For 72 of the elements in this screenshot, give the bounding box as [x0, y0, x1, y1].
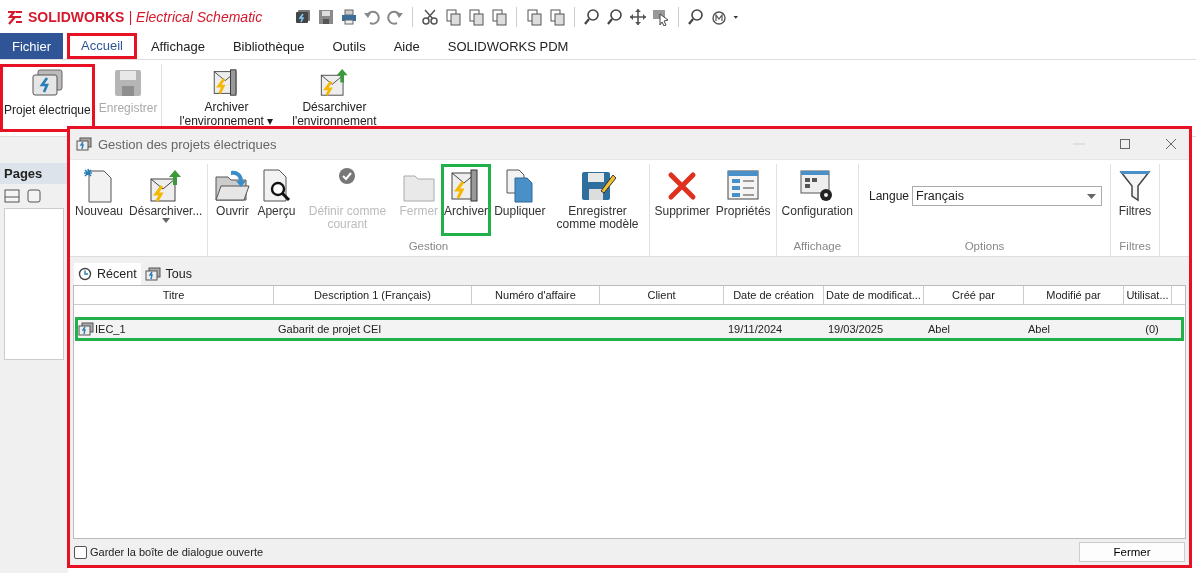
group-label: Filtres	[1118, 240, 1152, 254]
table-cell: (0)	[1145, 323, 1159, 335]
frame-icon[interactable]	[26, 189, 42, 203]
group-label: Options	[963, 240, 1006, 254]
column-header[interactable]: Titre	[74, 286, 274, 304]
close-icon[interactable]	[1165, 138, 1177, 150]
column-header[interactable]: Client	[600, 286, 724, 304]
column-header[interactable]: Créé par	[924, 286, 1024, 304]
pages-header: Pages	[0, 163, 68, 184]
project-icon	[144, 267, 161, 281]
caret-icon	[1087, 193, 1096, 199]
printer-icon[interactable]	[340, 7, 359, 26]
group-label: Affichage	[792, 240, 843, 254]
file-menu-button[interactable]: Fichier	[0, 33, 63, 59]
view-tab[interactable]: Tous	[140, 263, 196, 285]
document-icon[interactable]	[525, 7, 544, 26]
magnifier-icon[interactable]	[606, 7, 625, 26]
save-icon[interactable]	[317, 7, 336, 26]
table-cell: 19/03/2025	[828, 323, 884, 335]
page-icon[interactable]	[4, 189, 20, 203]
move-icon[interactable]	[629, 7, 648, 26]
product-name: Electrical Schematic	[136, 8, 263, 25]
search-icon[interactable]	[687, 7, 706, 26]
close-button[interactable]: Fermer	[1079, 542, 1185, 562]
column-header[interactable]: Utilisat...	[1124, 286, 1172, 304]
magnifier-icon[interactable]	[583, 7, 602, 26]
brand-name: SOLIDWORKS	[28, 8, 125, 25]
copy-icon[interactable]	[444, 7, 463, 26]
column-header[interactable]: Description 1 (Français)	[274, 286, 472, 304]
column-header[interactable]: Numéro d'affaire	[472, 286, 600, 304]
table-row[interactable]: IEC_1 Gabarit de projet CEI 19/11/2024 19/03/2025 Abel Abel (0)	[75, 317, 1184, 341]
toolbar-button[interactable]: Ouvrir	[210, 164, 255, 236]
document-icon[interactable]	[548, 7, 567, 26]
cursor-icon[interactable]	[652, 7, 671, 26]
checkmark-icon	[338, 167, 357, 185]
toolbar-button[interactable]: Enregistrer comme modèle	[548, 164, 647, 236]
toolbar-button[interactable]: Configuration	[778, 164, 856, 236]
column-header[interactable]: Date de modificat...	[824, 286, 924, 304]
toolbar-button[interactable]: Propriétés	[712, 164, 774, 236]
toolbar-button[interactable]: Filtres	[1113, 164, 1157, 236]
project-icon[interactable]	[294, 7, 313, 26]
maximize-icon[interactable]	[1119, 138, 1131, 150]
language-label: Langue	[868, 189, 909, 203]
title-separator: |	[128, 8, 133, 25]
toolbar-button[interactable]: Supprimer	[651, 164, 713, 236]
ribbon-button[interactable]: Projet électrique	[0, 64, 95, 132]
table-cell: IEC_1	[95, 323, 126, 335]
checkbox[interactable]	[74, 545, 87, 559]
table-cell: Gabarit de projet CEI	[278, 323, 382, 335]
toolbar-button[interactable]: Archiver	[441, 164, 492, 236]
toolbar-button[interactable]: Dupliquer	[491, 164, 549, 236]
paste-icon[interactable]	[467, 7, 486, 26]
ribbon-tab[interactable]: Accueil	[67, 33, 137, 59]
table-cell: 19/11/2024	[728, 323, 783, 335]
dialog-title: Gestion des projets électriques	[98, 136, 277, 152]
table-cell: Abel	[1028, 323, 1051, 335]
view-tab[interactable]: Récent	[74, 263, 141, 285]
clock-icon	[78, 267, 92, 281]
language-dropdown[interactable]: Français	[912, 186, 1102, 206]
column-header[interactable]: Date de création	[724, 286, 824, 304]
checkbox-label: Garder la boîte de dialogue ouverte	[90, 546, 264, 558]
table-cell: Abel	[928, 323, 951, 335]
toolbar-button[interactable]: Désarchiver...	[126, 164, 206, 236]
scissors-icon[interactable]	[421, 7, 440, 26]
column-header[interactable]: Modifié par	[1024, 286, 1124, 304]
logo-icon	[6, 8, 24, 25]
toolbar-button[interactable]: Aperçu	[254, 164, 299, 236]
paste-icon[interactable]	[490, 7, 509, 26]
project-icon	[78, 322, 94, 336]
toolbar-button[interactable]: Nouveau	[72, 164, 127, 236]
group-label: Gestion	[407, 240, 450, 254]
project-icon	[76, 137, 92, 151]
